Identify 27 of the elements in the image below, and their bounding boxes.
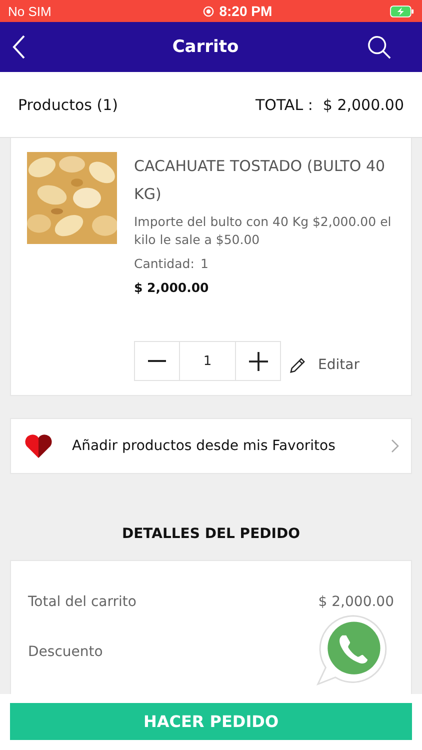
alarm-icon: [203, 6, 214, 16]
product-price: $ 2,000.00: [134, 280, 210, 295]
product-name: CACAHUATE TOSTADO (BULTO 40 KG): [134, 156, 386, 205]
favorites-link[interactable]: Añadir productos desde mis Favoritos: [10, 418, 412, 474]
carrier-text: No SIM: [8, 4, 52, 18]
detail-label: Descuento: [28, 644, 103, 660]
battery-icon: [390, 4, 414, 18]
edit-button[interactable]: Editar: [281, 356, 360, 374]
pencil-icon: [289, 356, 306, 374]
screen-title: Carrito: [172, 37, 239, 57]
search-icon[interactable]: [366, 34, 392, 60]
total-amount: $ 2,000.00: [322, 96, 404, 114]
clock-time: 8:20 PM: [219, 3, 272, 19]
plus-icon: [248, 352, 268, 370]
quantity-value: 1: [200, 256, 208, 271]
minus-icon: [148, 360, 166, 362]
heart-icon: [24, 434, 53, 458]
quantity-label: Cantidad:: [134, 256, 194, 271]
total-label: TOTAL :: [255, 96, 313, 114]
back-icon[interactable]: [12, 34, 26, 60]
detail-value: $ 2,000.00: [318, 594, 394, 610]
products-count: Productos (1): [18, 96, 118, 114]
product-description: Importe del bulto con 40 Kg $2,000.00 el kilo le sale a $50.00: [134, 213, 392, 249]
favorites-label: Añadir productos desde mis Favoritos: [72, 438, 336, 454]
chevron-icon: [391, 439, 399, 453]
section-title: DETALLES DEL PEDIDO: [122, 526, 300, 542]
detail-label: Total del carrito: [28, 594, 136, 610]
